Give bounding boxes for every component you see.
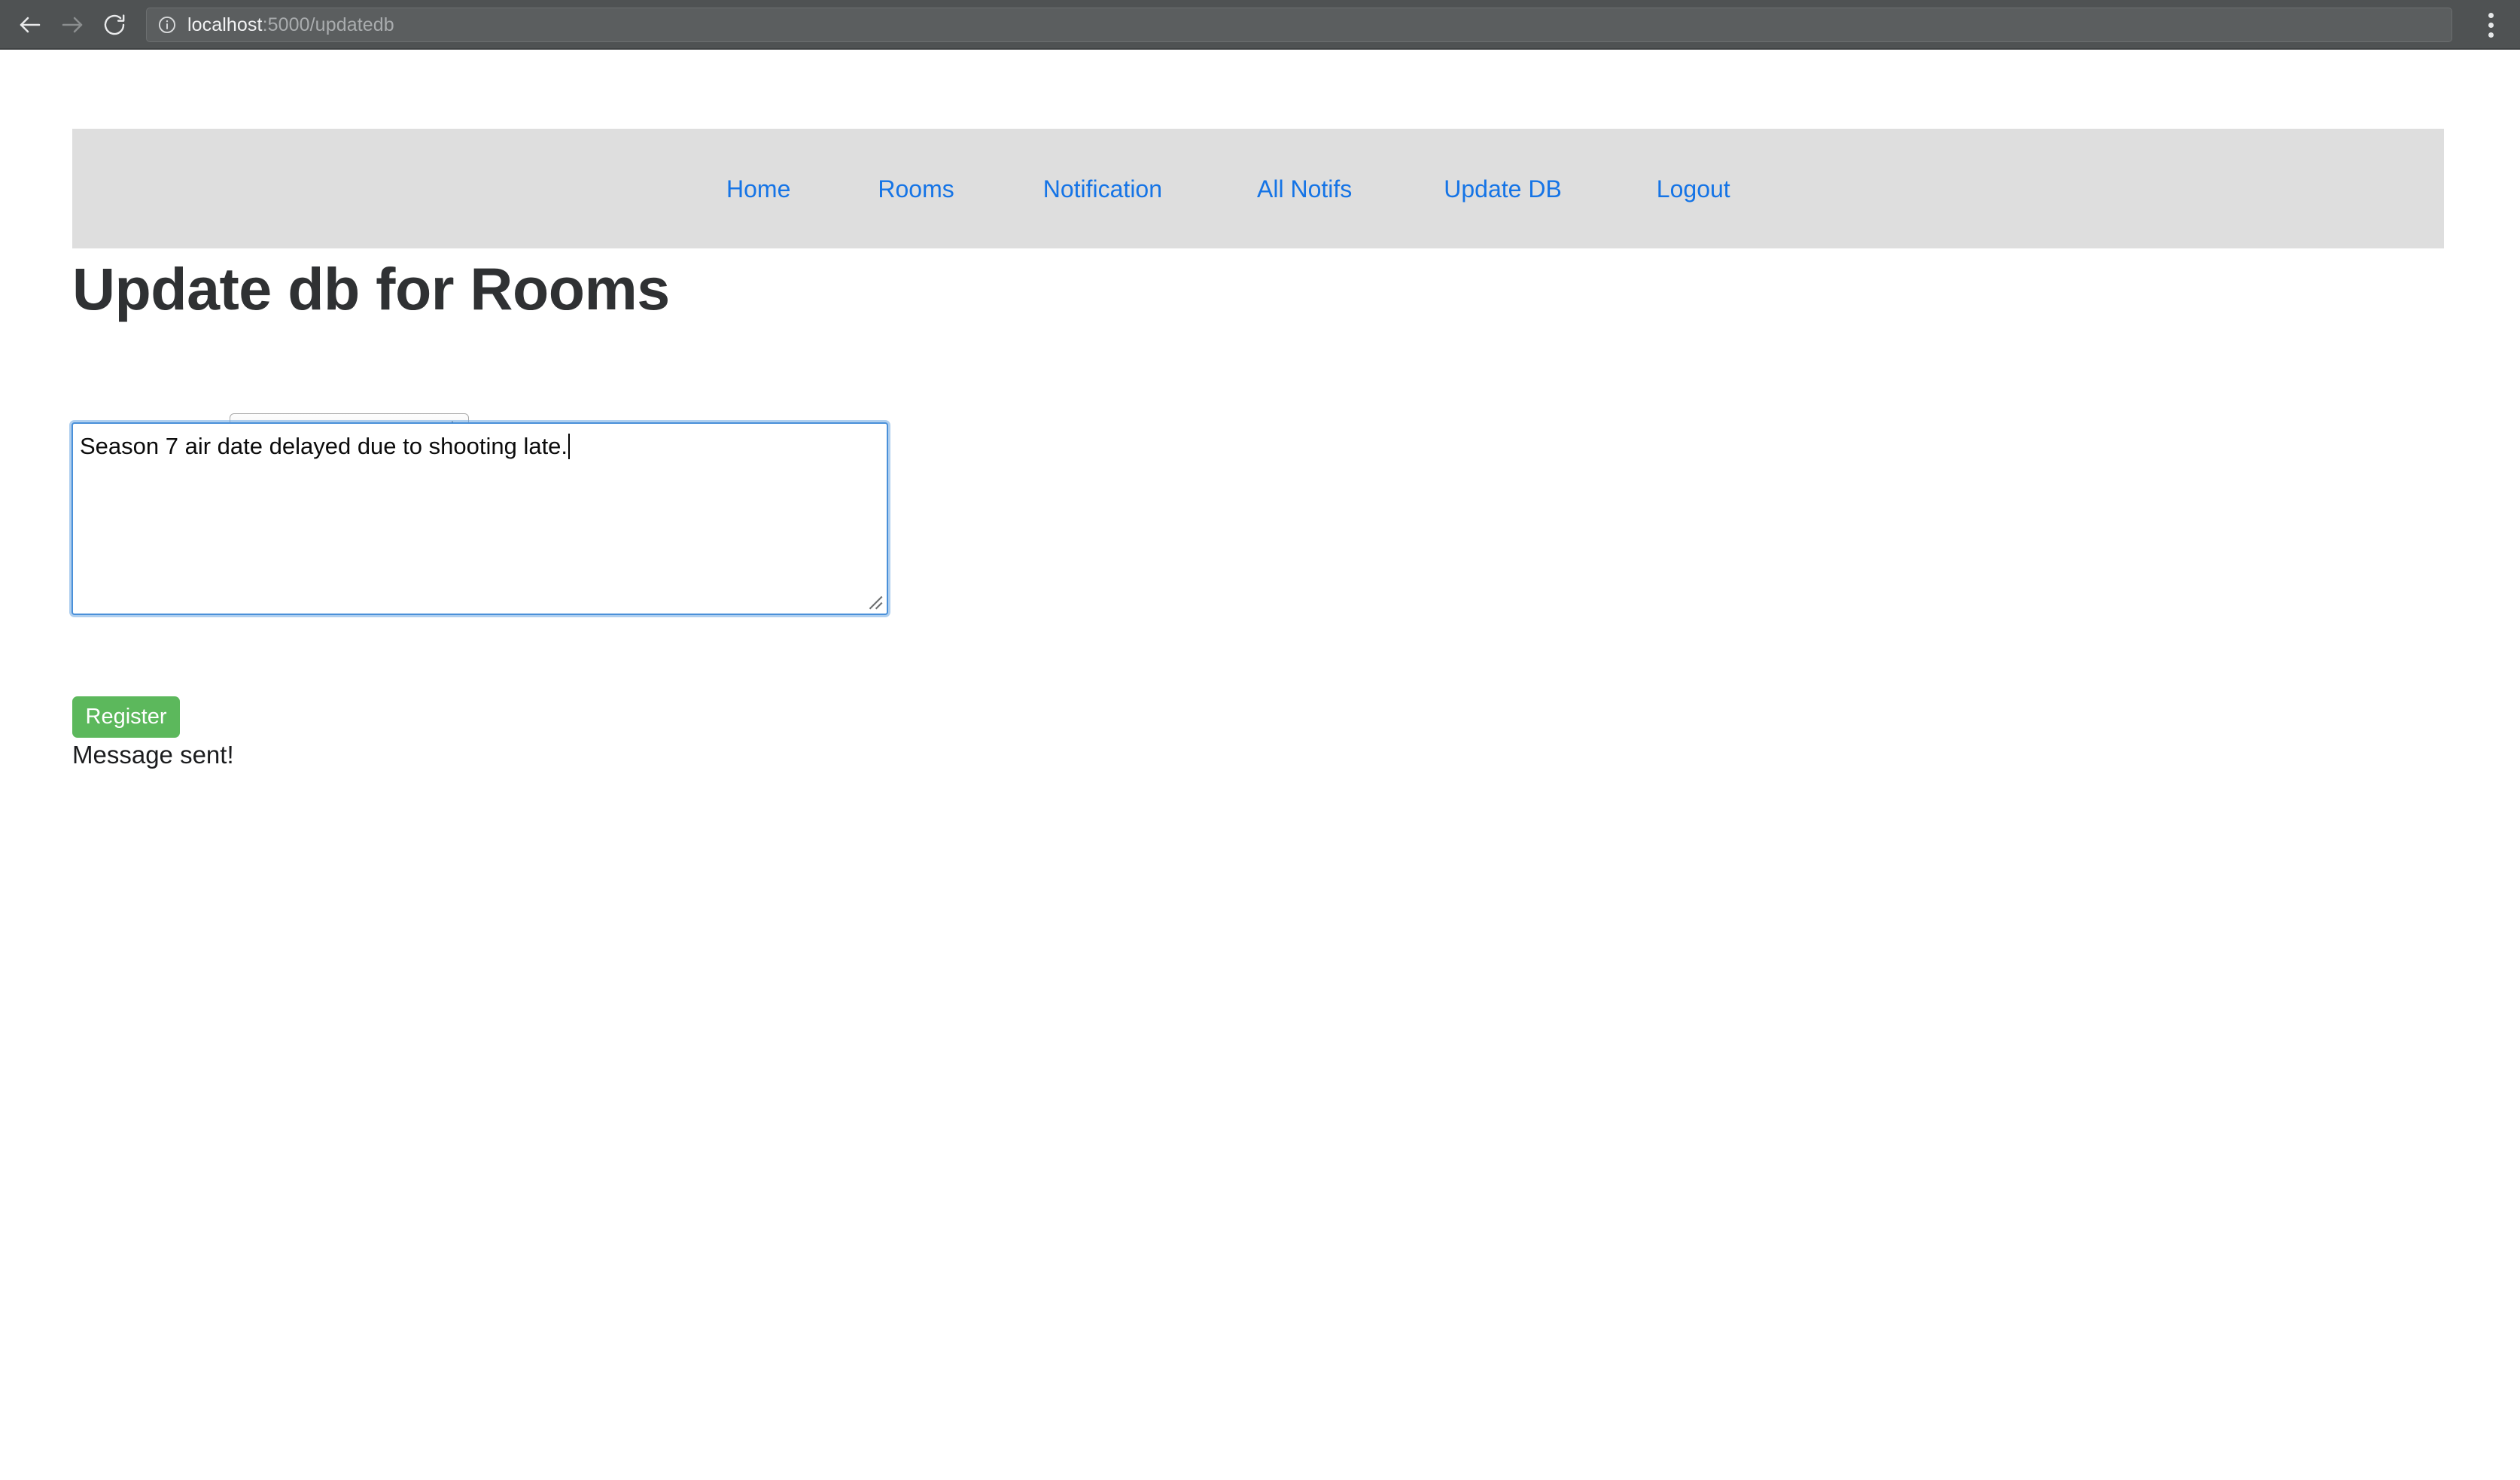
- message-textarea-value: Season 7 air date delayed due to shootin…: [80, 433, 568, 459]
- browser-menu-button[interactable]: [2470, 5, 2511, 45]
- reload-button[interactable]: [93, 4, 135, 46]
- info-circle-icon[interactable]: [157, 15, 177, 35]
- text-caret: [568, 434, 571, 459]
- page-title: Update db for Rooms: [72, 255, 670, 322]
- forward-arrow-icon: [59, 11, 86, 38]
- three-dot-menu-icon: [2488, 12, 2494, 38]
- nav-link-update-db[interactable]: Update DB: [1444, 177, 1562, 201]
- url-host: localhost: [187, 14, 263, 35]
- resize-handle[interactable]: [865, 592, 884, 611]
- nav-link-all-notifs[interactable]: All Notifs: [1257, 177, 1352, 201]
- register-button[interactable]: Register: [72, 696, 180, 738]
- navbar-links: Home Rooms Notification All Notifs Updat…: [726, 177, 1730, 201]
- back-button[interactable]: [9, 4, 51, 46]
- back-arrow-icon: [17, 11, 44, 38]
- nav-link-home[interactable]: Home: [726, 177, 790, 201]
- nav-link-logout[interactable]: Logout: [1657, 177, 1730, 201]
- address-bar[interactable]: localhost:5000/updatedb: [146, 8, 2452, 42]
- message-textarea-text: Season 7 air date delayed due to shootin…: [80, 432, 571, 461]
- forward-button[interactable]: [51, 4, 93, 46]
- browser-toolbar: localhost:5000/updatedb: [0, 0, 2520, 50]
- site-navbar: Home Rooms Notification All Notifs Updat…: [72, 129, 2444, 248]
- message-textarea[interactable]: Season 7 air date delayed due to shootin…: [72, 422, 888, 615]
- nav-link-notification[interactable]: Notification: [1043, 177, 1162, 201]
- page-content: Home Rooms Notification All Notifs Updat…: [0, 50, 2520, 1480]
- nav-link-rooms[interactable]: Rooms: [878, 177, 954, 201]
- url-path: :5000/updatedb: [262, 14, 394, 35]
- address-bar-text: localhost:5000/updatedb: [187, 14, 394, 35]
- status-message: Message sent!: [72, 741, 234, 769]
- reload-icon: [102, 12, 127, 38]
